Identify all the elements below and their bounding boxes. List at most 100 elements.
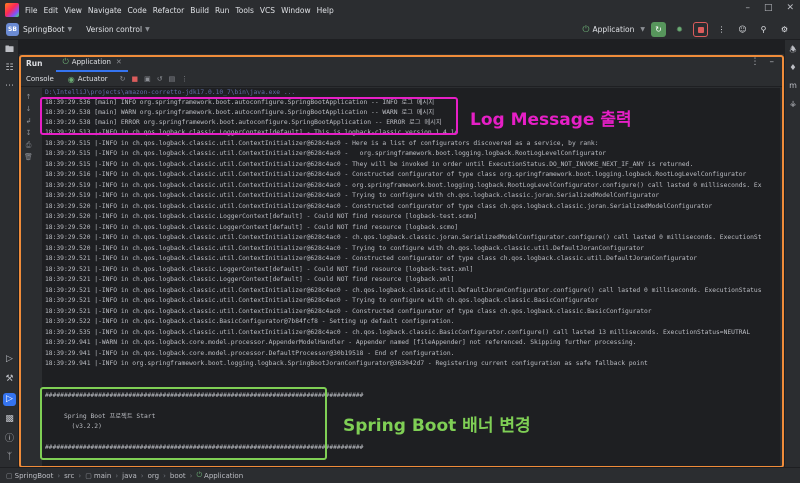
window-controls: – □ ✕ — [745, 3, 794, 13]
rerun-button[interactable]: ↻ — [651, 22, 666, 37]
menu-refactor[interactable]: Refactor — [153, 6, 184, 15]
breadcrumb-label: java — [122, 471, 137, 480]
services-icon[interactable]: ▷ — [3, 353, 16, 366]
terminal-icon[interactable]: ▩ — [3, 413, 16, 426]
more-icon[interactable]: ⋮ — [181, 75, 188, 83]
chevron-down-icon: ▼ — [640, 26, 645, 33]
console-line: 18:39:29.515 |-INFO in ch.qos.logback.cl… — [45, 140, 599, 147]
title-bar: File Edit View Navigate Code Refactor Bu… — [0, 0, 800, 20]
right-tool-strip: 🕭 ♦ m ⚶ — [784, 40, 800, 467]
close-icon[interactable]: ✕ — [786, 3, 794, 13]
scroll-to-end-icon[interactable]: ↧ — [23, 128, 34, 139]
console-line: 18:39:29.521 |-INFO in ch.qos.logback.cl… — [45, 287, 762, 294]
chevron-right-icon: › — [189, 471, 193, 480]
tab-actuator-label: Actuator — [77, 75, 108, 83]
panel-options-icon[interactable]: ⋮ — [751, 57, 760, 67]
camera-icon[interactable]: ▣ — [144, 75, 151, 83]
rerun-icon[interactable]: ↻ — [120, 75, 126, 83]
breadcrumb-label: src — [64, 471, 75, 480]
database-icon[interactable]: ⚶ — [787, 98, 799, 110]
panel-controls: ⋮ – — [751, 57, 775, 67]
console-line: 18:39:29.516 |-INFO in ch.qos.logback.cl… — [45, 171, 747, 178]
stop-button[interactable] — [693, 22, 708, 37]
main-menu: File Edit View Navigate Code Refactor Bu… — [25, 6, 340, 15]
more-tools-icon[interactable]: ⋯ — [3, 80, 16, 93]
chevron-right-icon: › — [57, 471, 61, 480]
console-line: 18:39:29.941 |-INFO in ch.qos.logback.co… — [45, 350, 455, 357]
print-icon[interactable]: ⎙ — [23, 140, 34, 151]
breadcrumb-src[interactable]: src — [64, 472, 74, 480]
settings-gear-icon[interactable]: ⚙ — [777, 22, 792, 37]
menu-vcs[interactable]: VCS — [260, 6, 275, 15]
minimize-icon[interactable]: – — [745, 3, 750, 13]
chevron-right-icon: › — [78, 471, 82, 480]
problems-icon[interactable]: ⓘ — [3, 433, 16, 446]
panel-layout-icon[interactable]: ▤ — [169, 75, 176, 83]
close-tab-icon[interactable]: ✕ — [116, 58, 122, 66]
maven-icon[interactable]: m — [787, 80, 799, 92]
breadcrumb-label: boot — [169, 471, 186, 480]
trash-icon[interactable]: 🗑 — [23, 152, 34, 163]
breadcrumb-project[interactable]: ▢ SpringBoot — [6, 472, 53, 480]
run-panel-header: Run ⏻ Application ✕ ⋮ – — [19, 54, 784, 72]
menu-view[interactable]: View — [64, 6, 82, 15]
spring-boot-icon: ⏻ — [582, 24, 590, 35]
tab-application[interactable]: ⏻ Application ✕ — [56, 54, 128, 72]
run-toolbar: ⏻ Application ▼ ↻ ✹ ⋮ ☺ ⚲ ⚙ — [582, 22, 792, 37]
restore-layout-icon[interactable]: ↺ — [157, 75, 163, 83]
chevron-down-icon: ▼ — [145, 26, 150, 33]
menu-file[interactable]: File — [25, 6, 38, 15]
breadcrumb-java[interactable]: java — [122, 472, 137, 480]
main-toolbar: SB SpringBoot ▼ Version control ▼ ⏻ Appl… — [0, 20, 800, 40]
run-config-selector[interactable]: ⏻ Application ▼ — [582, 25, 645, 35]
breadcrumb-label: main — [93, 471, 112, 480]
console-line: 18:39:29.520 |-INFO in ch.qos.logback.cl… — [45, 224, 459, 231]
tab-actuator[interactable]: ◉ Actuator — [68, 75, 108, 84]
breadcrumb-boot[interactable]: boot — [170, 472, 186, 480]
console-toolbar: ↻ ■ ▣ ↺ ▤ ⋮ — [120, 75, 189, 83]
breadcrumb-application[interactable]: ⏻ Application — [196, 471, 243, 480]
menu-window[interactable]: Window — [281, 6, 311, 15]
search-icon[interactable]: ⚲ — [756, 22, 771, 37]
arrow-down-icon[interactable]: ↓ — [23, 104, 34, 115]
module-icon: ▢ — [6, 471, 13, 480]
version-control-selector[interactable]: Version control — [86, 25, 142, 34]
project-badge: SB — [6, 23, 19, 36]
soft-wrap-icon[interactable]: ↲ — [23, 116, 34, 127]
left-tool-strip: 🖿 ☷ ⋯ ▷ ⚒ ▷ ▩ ⓘ ᛉ — [0, 40, 19, 467]
tab-console[interactable]: Console — [26, 75, 54, 83]
user-icon[interactable]: ☺ — [735, 22, 750, 37]
menu-help[interactable]: Help — [317, 6, 334, 15]
chevron-down-icon: ▼ — [67, 26, 73, 33]
project-folder-icon[interactable]: 🖿 — [3, 44, 16, 57]
menu-build[interactable]: Build — [190, 6, 209, 15]
run-tool-icon[interactable]: ▷ — [3, 393, 16, 406]
breadcrumb-org[interactable]: org — [148, 472, 159, 480]
hide-panel-icon[interactable]: – — [770, 57, 775, 67]
gradle-elephant-icon[interactable]: ♦ — [787, 62, 799, 74]
chevron-right-icon: › — [163, 471, 166, 480]
plugins-icon[interactable]: ☷ — [3, 62, 16, 75]
git-branch-icon[interactable]: ᛉ — [3, 451, 16, 464]
console-line: 18:39:29.520 |-INFO in ch.qos.logback.cl… — [45, 213, 478, 220]
build-hammer-icon[interactable]: ⚒ — [3, 373, 16, 386]
stop-icon[interactable]: ■ — [132, 75, 139, 83]
menu-run[interactable]: Run — [215, 6, 229, 15]
breadcrumb-main[interactable]: ▢ main — [85, 472, 111, 480]
folder-icon: ▢ — [85, 471, 92, 480]
console-line: 18:39:29.521 |-INFO in ch.qos.logback.cl… — [45, 297, 599, 304]
console-gutter: ↑ ↓ ↲ ↧ ⎙ 🗑 — [19, 88, 38, 467]
notifications-bell-icon[interactable]: 🕭 — [787, 44, 799, 56]
maximize-icon[interactable]: □ — [764, 3, 773, 13]
menu-code[interactable]: Code — [128, 6, 147, 15]
more-actions-icon[interactable]: ⋮ — [714, 22, 729, 37]
console-line: 18:39:29.515 |-INFO in ch.qos.logback.cl… — [45, 161, 694, 168]
arrow-up-icon[interactable]: ↑ — [23, 92, 34, 103]
project-selector[interactable]: SpringBoot — [23, 25, 64, 34]
debug-icon[interactable]: ✹ — [672, 22, 687, 37]
menu-tools[interactable]: Tools — [235, 6, 253, 15]
banner-highlight — [40, 387, 327, 460]
menu-navigate[interactable]: Navigate — [88, 6, 122, 15]
tab-application-label: Application — [71, 58, 111, 66]
menu-edit[interactable]: Edit — [44, 6, 59, 15]
